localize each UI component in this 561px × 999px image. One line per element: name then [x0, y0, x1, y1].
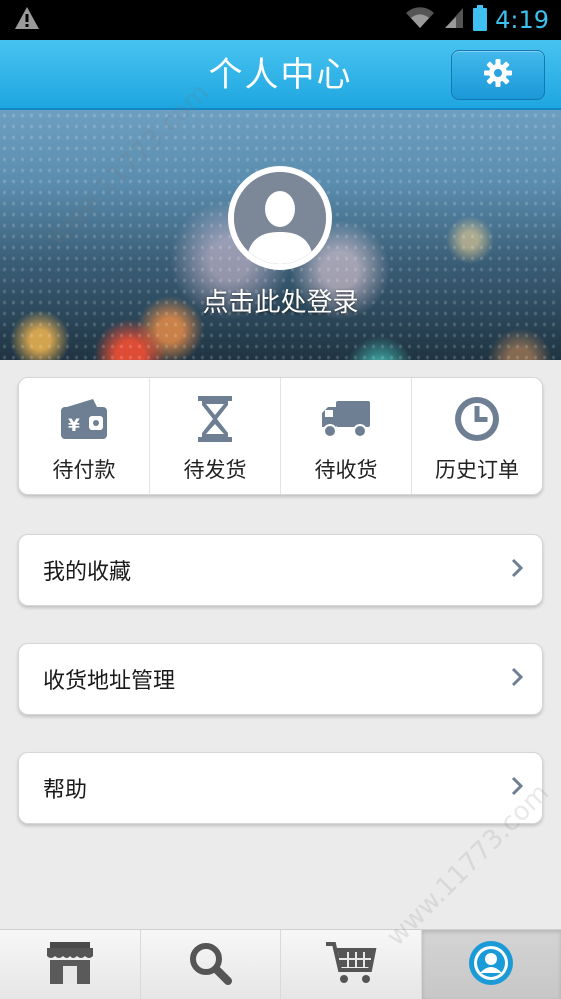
- menu-label: 收货地址管理: [43, 669, 176, 694]
- profile-banner: 点击此处登录: [0, 110, 561, 360]
- settings-button[interactable]: [451, 50, 545, 100]
- status-time: 4:19: [495, 6, 549, 34]
- title-bar: 个人中心: [0, 40, 561, 110]
- order-label: 历史订单: [435, 458, 519, 482]
- nav-profile[interactable]: [421, 930, 561, 999]
- nav-search[interactable]: [141, 930, 281, 999]
- nav-store[interactable]: [0, 930, 141, 999]
- store-icon: [45, 940, 95, 990]
- wallet-icon: ¥: [56, 394, 112, 444]
- order-pending-receipt[interactable]: 待收货: [281, 378, 412, 494]
- svg-text:¥: ¥: [68, 416, 80, 436]
- clock-icon: [449, 394, 505, 444]
- gear-icon: [483, 58, 513, 92]
- order-label: 待付款: [52, 458, 116, 482]
- chevron-right-icon: [510, 666, 524, 692]
- hourglass-icon: [187, 394, 243, 444]
- order-pending-shipment[interactable]: 待发货: [150, 378, 281, 494]
- menu-favorites[interactable]: 我的收藏: [18, 534, 543, 606]
- menu-help[interactable]: 帮助: [18, 752, 543, 824]
- menu-label: 我的收藏: [43, 560, 132, 585]
- profile-icon: [467, 939, 515, 991]
- truck-icon: [318, 394, 374, 444]
- user-avatar-icon: [234, 172, 326, 264]
- warning-icon: [14, 6, 40, 34]
- orders-panel: ¥ 待付款 待发货 待收货 历史订单: [18, 377, 543, 495]
- search-icon: [187, 940, 233, 990]
- bottom-nav: [0, 929, 561, 999]
- order-label: 待收货: [314, 458, 378, 482]
- nav-cart[interactable]: [281, 930, 422, 999]
- chevron-right-icon: [510, 775, 524, 801]
- battery-icon: [473, 5, 488, 35]
- order-label: 待发货: [183, 458, 247, 482]
- login-prompt[interactable]: 点击此处登录: [0, 282, 561, 319]
- menu-address-management[interactable]: 收货地址管理: [18, 643, 543, 715]
- signal-icon: [443, 6, 465, 34]
- chevron-right-icon: [510, 557, 524, 583]
- cart-icon: [324, 940, 378, 990]
- wifi-icon: [405, 6, 435, 34]
- order-history[interactable]: 历史订单: [412, 378, 542, 494]
- avatar[interactable]: [228, 166, 332, 270]
- status-bar: 4:19: [0, 0, 561, 40]
- order-pending-payment[interactable]: ¥ 待付款: [19, 378, 150, 494]
- menu-label: 帮助: [43, 778, 88, 803]
